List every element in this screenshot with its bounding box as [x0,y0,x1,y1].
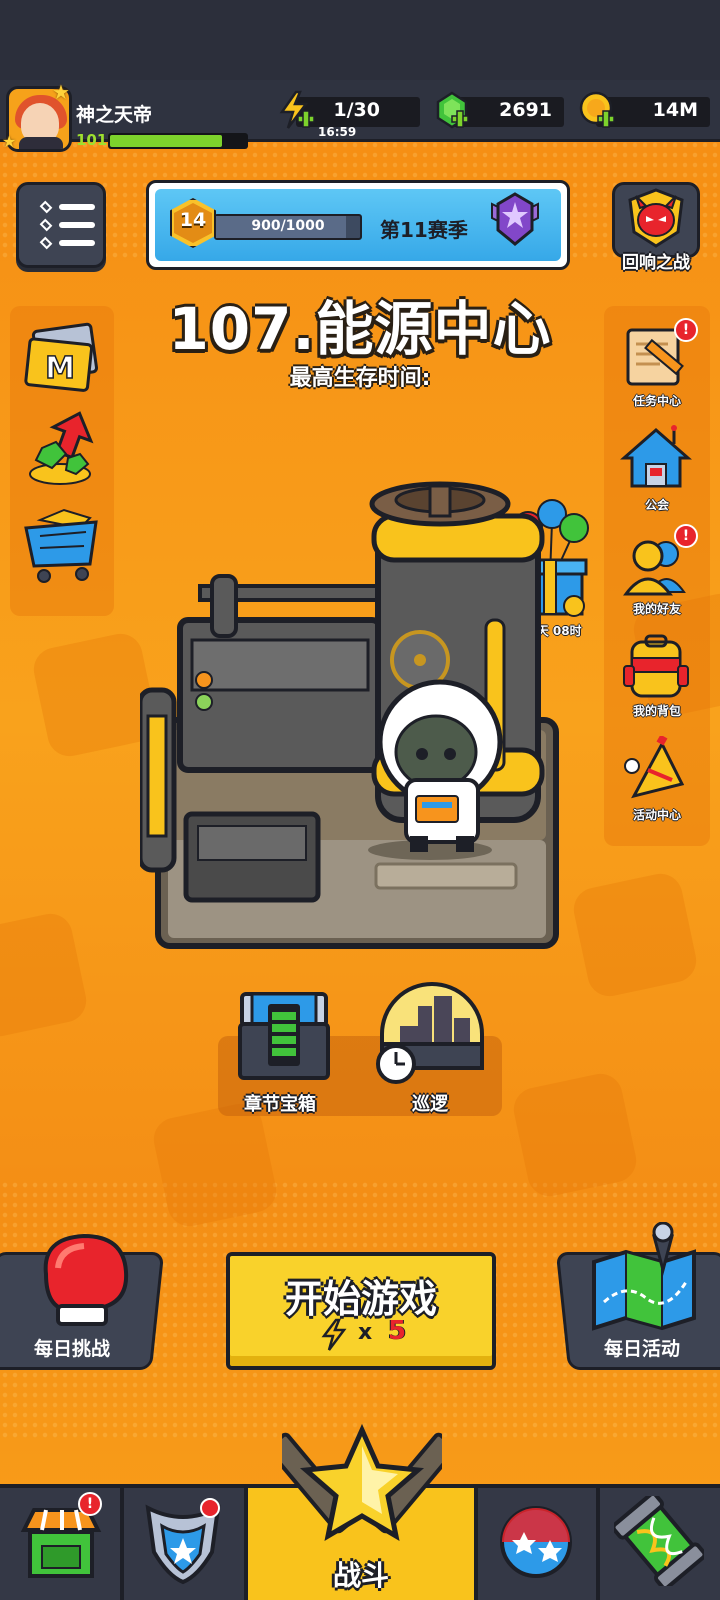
notification-badge: ! [674,524,698,548]
nav-battle-label: 战斗 [332,1559,389,1592]
lightning-icon [321,1318,347,1351]
red-devil-mask-icon [628,188,684,248]
start-game-label: 开始游戏 [284,1277,437,1321]
list-line-icon [59,204,95,210]
purple-star-wing-badge-icon [491,192,539,246]
list-line-icon [59,240,95,246]
blue-chest-icon[interactable] [236,986,332,1084]
star-icon: ★ [2,132,17,151]
menu-button[interactable] [16,182,106,268]
star-icon: ★ [52,80,70,104]
my-backpack-label: 我的背包 [632,704,681,718]
daily-event-label: 每日活动 [604,1338,681,1360]
quest-center-label: 任务中心 [632,394,681,408]
svg-text:M: M [45,351,75,386]
background-shape [149,1099,281,1231]
gold-m-card-icon[interactable]: M [22,322,104,398]
energy-timer: 16:59 [318,125,357,139]
patrol-clock-icon[interactable] [374,982,490,1088]
gem-upgrade-arrow-icon[interactable] [22,408,104,488]
player-level: 101 [76,131,108,149]
my-friends-label: 我的好友 [632,602,681,616]
season-progress-text: 900/1000 [251,218,325,234]
energy-value: 1/30 [333,99,380,121]
avatar-body [19,137,63,149]
notification-badge: ! [78,1492,102,1516]
season-rank-level: 14 [179,209,207,231]
boxing-glove-icon [43,1233,129,1326]
background-shape [0,909,91,1041]
echo-battle-label: 回响之战 [622,253,690,273]
shopping-cart-gold-icon[interactable] [20,498,104,586]
list-bullet-icon [39,218,53,232]
energy-cost-value: 5 [388,1316,407,1346]
gold-coin-plus-icon[interactable] [578,90,618,130]
season-title: 第11赛季 [380,218,468,242]
player-name: 神之天帝 [76,104,153,126]
event-center-label: 活动中心 [632,808,681,822]
list-bullet-icon [39,236,53,250]
treasure-map-icon [592,1222,696,1331]
shield-armor-icon[interactable] [138,1496,228,1586]
gem-value: 2691 [499,99,552,121]
status-bar-area [0,0,720,82]
xp-bar-fill [110,135,222,147]
nav-divider [596,1488,600,1600]
patrol-label: 巡逻 [412,1094,448,1115]
xp-bar [108,133,248,149]
coin-value: 14M [652,99,698,121]
star-orb-icon[interactable] [494,1496,584,1586]
energy-center-scene [140,481,559,949]
background-shape [509,1069,641,1201]
green-gem-plus-icon[interactable] [432,90,472,130]
crossed-swords-star-icon [282,1423,442,1541]
chapter-chest-label: 章节宝箱 [244,1094,316,1115]
daily-challenge-label: 每日挑战 [34,1338,111,1360]
guild-label: 公会 [644,498,669,512]
background-shape [569,869,701,1001]
list-line-icon [59,222,95,228]
lightning-plus-icon[interactable] [276,90,316,130]
list-bullet-icon [39,200,53,214]
party-horn-icon[interactable] [614,736,698,806]
notification-badge: ! [674,318,698,342]
dna-capsule-icon[interactable] [614,1496,704,1586]
energy-cost-multiplier: x [358,1320,373,1345]
nav-divider [120,1488,124,1600]
guild-house-icon[interactable] [614,424,698,494]
backpack-icon[interactable] [614,632,698,702]
